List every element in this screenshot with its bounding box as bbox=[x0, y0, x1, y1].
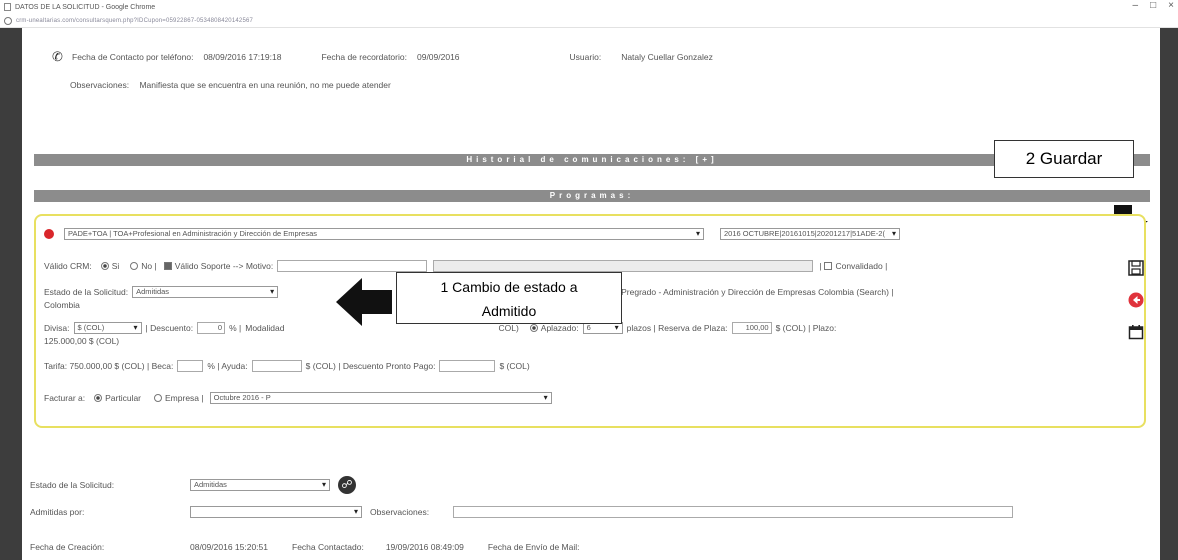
modalidad-label: Modalidad bbox=[245, 323, 285, 333]
admitidas-por-select[interactable] bbox=[190, 506, 362, 518]
minimize-button[interactable]: – bbox=[1133, 0, 1139, 11]
beca-unit: % | Ayuda: bbox=[207, 361, 248, 371]
motivo-detalle-input[interactable] bbox=[433, 260, 814, 272]
window-title: DATOS DE LA SOLICITUD - Google Chrome bbox=[15, 3, 156, 11]
footer-estado-row: Estado de la Solicitud: Admitidas ☍ bbox=[30, 476, 356, 494]
admitidas-por-label: Admitidas por: bbox=[30, 507, 85, 517]
guardar-callout: 2 Guardar bbox=[994, 140, 1134, 178]
facturar-label: Facturar a: bbox=[44, 393, 86, 403]
right-gutter bbox=[1160, 28, 1178, 560]
observaciones-label: Observaciones: bbox=[70, 80, 130, 90]
footer-estado-select[interactable]: Admitidas bbox=[190, 479, 330, 491]
pronto-unit: $ (COL) bbox=[499, 361, 530, 371]
empresa-label: Empresa | bbox=[165, 393, 204, 403]
col-text: COL) bbox=[498, 323, 519, 333]
particular-label: Particular bbox=[105, 393, 142, 403]
fecha-contactado-label: Fecha Contactado: bbox=[292, 542, 364, 552]
colombia-text: Colombia bbox=[44, 300, 80, 310]
reserva-unit: $ (COL) | Plazo: bbox=[775, 323, 837, 333]
reserva-input[interactable]: 100,00 bbox=[731, 322, 772, 334]
aplazado-label: Aplazado: bbox=[540, 323, 579, 333]
percent-text: % | bbox=[229, 323, 242, 333]
close-button[interactable]: × bbox=[1168, 0, 1174, 11]
browser-titlebar: DATOS DE LA SOLICITUD - Google Chrome – … bbox=[0, 0, 1178, 14]
convalidado-label: Convalidado | bbox=[835, 261, 888, 271]
estado-label: Estado de la Solicitud: bbox=[44, 287, 129, 297]
no-label: No | bbox=[141, 261, 157, 271]
convocatoria-select[interactable]: 2016 OCTUBRE|20161015|20201217|51ADE-2( bbox=[720, 228, 900, 240]
si-label: Si bbox=[111, 261, 120, 271]
tarifa-text: Tarifa: 750.000,00 $ (COL) | Beca: bbox=[44, 361, 174, 371]
valido-crm-label: Válido CRM: bbox=[44, 261, 92, 271]
cambio-line-2: Admitido bbox=[481, 303, 537, 319]
convalidado-checkbox[interactable] bbox=[824, 262, 833, 270]
facturar-select[interactable]: Octubre 2016 - P bbox=[209, 392, 552, 404]
url-text: crm-unealtarias.com/consultarsquem.php?I… bbox=[16, 17, 254, 24]
fecha-recordatorio-value: 09/09/2016 bbox=[416, 52, 460, 62]
plazos-text: plazos | Reserva de Plaza: bbox=[626, 323, 728, 333]
valido-no-radio[interactable] bbox=[130, 262, 139, 270]
descuento-label: | Descuento: bbox=[145, 323, 194, 333]
estado-select[interactable]: Admitidas bbox=[132, 286, 279, 298]
programas-banner: Programas: bbox=[34, 190, 1150, 202]
motivo-input[interactable] bbox=[277, 260, 428, 272]
valido-row: Válido CRM: Si No | Válido Soporte --> M… bbox=[44, 260, 888, 272]
back-icon[interactable] bbox=[1126, 292, 1146, 312]
footer-observaciones-label: Observaciones: bbox=[370, 507, 430, 517]
footer-estado-label: Estado de la Solicitud: bbox=[30, 480, 115, 490]
phone-icon: ✆ bbox=[52, 49, 63, 64]
aplazado-radio[interactable] bbox=[529, 324, 538, 332]
calendar-icon[interactable] bbox=[1126, 324, 1146, 344]
info-icon bbox=[4, 16, 12, 25]
divisa-select[interactable]: $ (COL) bbox=[73, 322, 142, 334]
address-bar[interactable]: crm-unealtarias.com/consultarsquem.php?I… bbox=[0, 14, 1178, 28]
valido-soporte-checkbox[interactable] bbox=[163, 262, 172, 270]
particular-radio[interactable] bbox=[94, 394, 103, 402]
empresa-radio[interactable] bbox=[154, 394, 163, 402]
beca-input[interactable] bbox=[177, 360, 204, 372]
footer-admitidas-row: Admitidas por: Observaciones: bbox=[30, 506, 1014, 518]
fecha-creacion-label: Fecha de Creación: bbox=[30, 542, 105, 552]
cambio-estado-callout: 1 Cambio de estado a Admitido bbox=[396, 272, 622, 324]
programa-row: PADE+TOA | TOA+Profesional en Administra… bbox=[44, 228, 900, 240]
fecha-contacto-value: 08/09/2016 17:19:18 bbox=[203, 52, 282, 62]
fecha-recordatorio-label: Fecha de recordatorio: bbox=[321, 52, 407, 62]
ayuda-input[interactable] bbox=[251, 360, 302, 372]
fecha-contacto-label: Fecha de Contacto por teléfono: bbox=[72, 52, 194, 62]
historial-banner[interactable]: Historial de comunicaciones: [+] bbox=[34, 154, 1150, 166]
plazo-amount: 125.000,00 $ (COL) bbox=[44, 336, 120, 346]
valido-soporte-label: Válido Soporte --> Motivo: bbox=[174, 261, 274, 271]
divisa-label: Divisa: bbox=[44, 323, 70, 333]
colombia-row: Colombia bbox=[44, 300, 80, 310]
observaciones-row: Observaciones: Manifiesta que se encuent… bbox=[70, 80, 399, 90]
fecha-creacion-value: 08/09/2016 15:20:51 bbox=[190, 542, 268, 552]
pronto-pago-input[interactable] bbox=[439, 360, 496, 372]
fecha-envio-label: Fecha de Envío de Mail: bbox=[487, 542, 580, 552]
maximize-button[interactable]: □ bbox=[1150, 0, 1156, 11]
page-icon bbox=[4, 3, 11, 11]
contact-row: ✆ Fecha de Contacto por teléfono: 08/09/… bbox=[52, 50, 723, 64]
tarifa-row: Tarifa: 750.000,00 $ (COL) | Beca: % | A… bbox=[44, 360, 530, 372]
plazo-row: 125.000,00 $ (COL) bbox=[44, 336, 119, 346]
footer-fechas-row: Fecha de Creación: 08/09/2016 15:20:51 F… bbox=[30, 542, 580, 552]
valido-si-radio[interactable] bbox=[100, 262, 109, 270]
page-content: ✆ Fecha de Contacto por teléfono: 08/09/… bbox=[22, 28, 1160, 560]
ayuda-unit: $ (COL) | Descuento Pronto Pago: bbox=[305, 361, 436, 371]
lock-icon[interactable]: ☍ bbox=[338, 476, 356, 494]
programa-select[interactable]: PADE+TOA | TOA+Profesional en Administra… bbox=[64, 228, 704, 240]
facturar-row: Facturar a: Particular Empresa | Octubre… bbox=[44, 392, 552, 404]
status-dot-icon bbox=[44, 229, 54, 239]
left-gutter bbox=[0, 28, 22, 560]
usuario-label: Usuario: bbox=[569, 52, 602, 62]
arrow-left-icon bbox=[336, 278, 392, 326]
usuario-value: Nataly Cuellar Gonzalez bbox=[621, 52, 713, 62]
cambio-line-1: 1 Cambio de estado a bbox=[440, 279, 578, 295]
save-icon[interactable] bbox=[1126, 260, 1146, 280]
footer-observaciones-input[interactable] bbox=[453, 506, 1014, 518]
descuento-input[interactable]: 0 bbox=[197, 322, 226, 334]
observaciones-value: Manifiesta que se encuentra en una reuni… bbox=[139, 80, 391, 90]
fecha-contactado-value: 19/09/2016 08:49:09 bbox=[385, 542, 464, 552]
